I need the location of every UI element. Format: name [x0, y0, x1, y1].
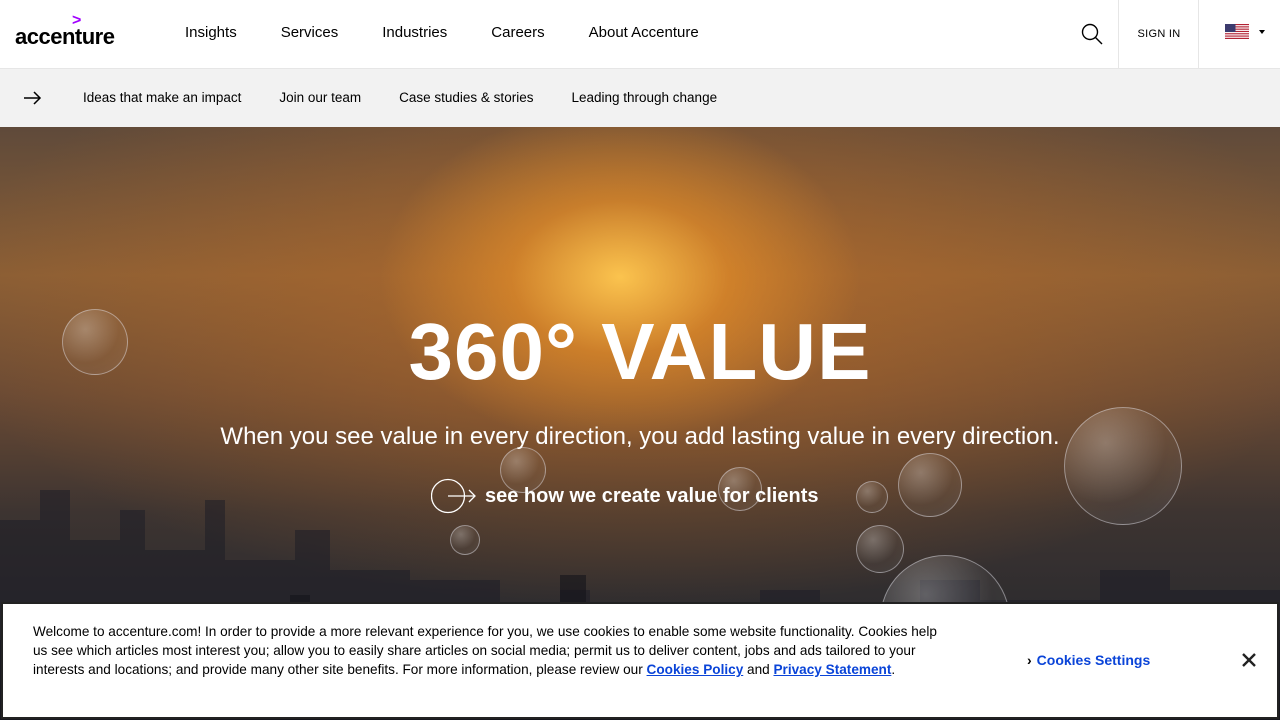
chevron-right-icon: › [1027, 652, 1032, 668]
sub-nav-join-team[interactable]: Join our team [279, 90, 361, 105]
cookies-policy-link[interactable]: Cookies Policy [647, 662, 744, 677]
hero-title: 360° VALUE [408, 307, 872, 396]
bubble-decoration [856, 481, 888, 513]
cookie-banner: Welcome to accenture.com! In order to pr… [1, 602, 1279, 719]
hero-cta-link[interactable]: see how we create value for clients [430, 478, 819, 514]
sub-nav-links: Ideas that make an impact Join our team … [83, 90, 755, 105]
cta-label: see how we create value for clients [485, 484, 819, 507]
sub-nav: Ideas that make an impact Join our team … [0, 69, 1280, 127]
chevron-down-icon [1259, 30, 1265, 34]
sub-nav-ideas[interactable]: Ideas that make an impact [83, 90, 241, 105]
site-header: > accenture Insights Services Industries… [0, 0, 1280, 69]
accenture-logo[interactable]: > accenture [15, 13, 125, 50]
main-nav: Insights Services Industries Careers Abo… [185, 24, 743, 41]
cookies-settings-label: Cookies Settings [1036, 652, 1151, 668]
header-divider [1198, 0, 1199, 69]
bubble-decoration [450, 525, 480, 555]
search-icon[interactable] [1080, 22, 1104, 46]
us-flag-icon [1225, 24, 1249, 39]
nav-item-services[interactable]: Services [281, 24, 339, 41]
circle-arrow-icon [430, 478, 477, 514]
hero-subtitle: When you see value in every direction, y… [220, 423, 1060, 450]
cookie-and-text: and [743, 662, 774, 677]
sub-nav-leading-change[interactable]: Leading through change [571, 90, 717, 105]
nav-item-insights[interactable]: Insights [185, 24, 237, 41]
cookie-message: Welcome to accenture.com! In order to pr… [33, 622, 953, 679]
bubble-decoration [898, 453, 962, 517]
close-icon[interactable] [1239, 650, 1259, 670]
arrow-right-icon[interactable] [22, 89, 42, 107]
nav-item-about[interactable]: About Accenture [589, 24, 699, 41]
cookies-settings-button[interactable]: › Cookies Settings [1027, 652, 1150, 668]
header-divider [1118, 0, 1119, 69]
bubble-decoration [856, 525, 904, 573]
nav-item-industries[interactable]: Industries [382, 24, 447, 41]
sign-in-link[interactable]: SIGN IN [1120, 28, 1198, 40]
nav-item-careers[interactable]: Careers [491, 24, 544, 41]
country-selector[interactable] [1225, 24, 1267, 42]
sub-nav-case-studies[interactable]: Case studies & stories [399, 90, 533, 105]
cookie-period: . [891, 662, 896, 677]
privacy-statement-link[interactable]: Privacy Statement [773, 662, 891, 677]
logo-text: accenture [15, 24, 115, 49]
